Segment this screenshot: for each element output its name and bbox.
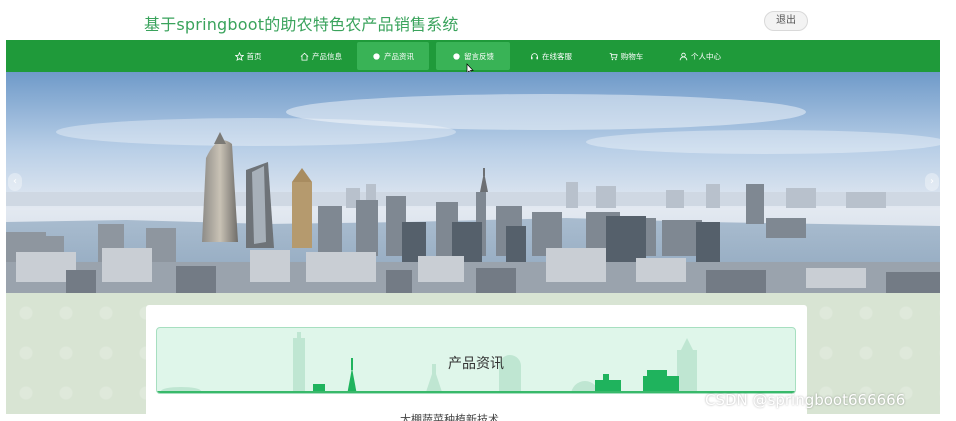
nav-item-product-info[interactable]: 产品信息 [294, 40, 348, 72]
nav-item-label: 产品资讯 [384, 51, 414, 61]
carousel-prev-button[interactable]: ‹ [8, 173, 22, 191]
watermark-text: CSDN @springboot666666 [705, 391, 906, 409]
app-page: 基于springboot的助农特色农产品销售系统 退出 首页 产品信息 产品资讯 [0, 0, 956, 421]
home-icon [300, 52, 309, 61]
nav-item-cart[interactable]: 购物车 [604, 40, 648, 72]
nav-item-label: 购物车 [620, 51, 644, 61]
nav-item-home[interactable]: 首页 [228, 40, 268, 72]
hero-banner-image [6, 72, 940, 293]
mouse-pointer-icon [466, 60, 474, 75]
top-header: 基于springboot的助农特色农产品销售系统 退出 [0, 0, 956, 40]
star-icon [234, 51, 244, 61]
nav-item-label: 首页 [246, 51, 262, 61]
nav-item-profile[interactable]: 个人中心 [674, 40, 726, 72]
nav-item-product-news[interactable]: 产品资讯 [357, 42, 429, 70]
headset-icon [530, 52, 539, 61]
nav-item-support[interactable]: 在线客服 [526, 40, 576, 72]
chevron-left-icon: ‹ [13, 176, 17, 187]
news-section-title: 产品资讯 [448, 356, 504, 372]
logout-button[interactable]: 退出 [764, 11, 808, 31]
chevron-right-icon: › [930, 176, 934, 187]
news-section-header: 产品资讯 [156, 327, 796, 394]
nav-item-label: 在线客服 [542, 51, 572, 61]
cart-icon [609, 52, 618, 61]
dot-icon [372, 52, 381, 61]
nav-item-label: 个人中心 [691, 51, 721, 61]
user-icon [679, 52, 688, 61]
carousel-next-button[interactable]: › [925, 173, 939, 191]
section-underline [157, 391, 795, 393]
nav-item-label: 产品信息 [312, 51, 342, 61]
site-title: 基于springboot的助农特色农产品销售系统 [144, 15, 459, 34]
news-item-title[interactable]: 大棚蔬菜种植新技术 [400, 409, 560, 421]
dot-icon [452, 52, 461, 61]
